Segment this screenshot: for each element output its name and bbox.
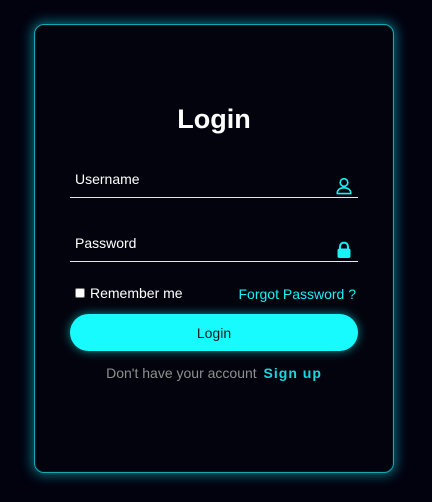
- login-button[interactable]: Login: [70, 314, 358, 351]
- password-field[interactable]: Password: [70, 231, 358, 262]
- remember-label: Remember me: [90, 285, 183, 301]
- username-field[interactable]: Username: [70, 167, 358, 198]
- page-title: Login: [177, 104, 251, 134]
- password-label: Password: [75, 235, 137, 251]
- login-card: Login Username Password Remember me Forg…: [34, 24, 394, 473]
- username-label: Username: [75, 171, 140, 187]
- signup-prompt: Don't have your account: [106, 365, 257, 381]
- remember-checkbox[interactable]: [75, 288, 85, 298]
- remember-me[interactable]: Remember me: [75, 285, 183, 301]
- signup-link[interactable]: Sign up: [264, 365, 322, 381]
- user-icon: [335, 177, 353, 195]
- lock-icon: [335, 241, 353, 259]
- forgot-password-link[interactable]: Forgot Password ?: [239, 286, 357, 303]
- signup-prompt-line: Don't have your account Sign up: [35, 365, 393, 382]
